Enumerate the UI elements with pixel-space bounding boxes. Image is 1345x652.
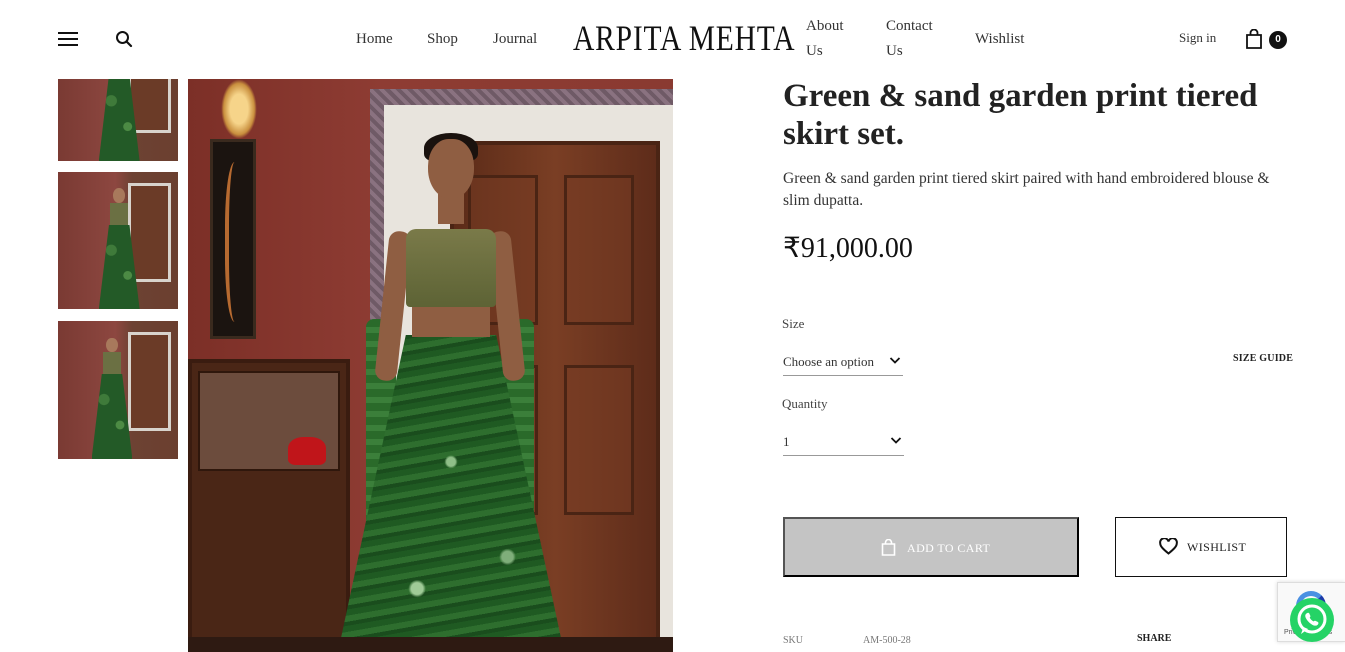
sign-in-link[interactable]: Sign in [1179,30,1216,46]
product-main-image[interactable] [188,79,673,652]
quantity-label: Quantity [782,396,828,411]
sku-value: AM-500-28 [863,635,911,646]
product-description: Green & sand garden print tiered skirt p… [783,170,1270,209]
nav-about-us[interactable]: About Us [806,14,844,64]
product-thumbnail-2[interactable] [58,172,178,309]
bag-icon [881,538,896,556]
product-thumbnail-1[interactable] [58,79,178,161]
size-select[interactable]: Choose an option [783,350,903,376]
shopping-bag-icon[interactable] [1245,28,1265,49]
nav-contact-line2: Us [886,43,903,59]
chevron-down-icon [889,354,901,366]
wishlist-button[interactable]: WISHLIST [1115,517,1287,577]
nav-journal[interactable]: Journal [493,27,537,52]
chevron-down-icon [890,434,902,446]
size-guide-link[interactable]: SIZE GUIDE [1233,353,1293,364]
brand-logo[interactable]: ARPITA MEHTA [573,17,795,59]
add-to-cart-button[interactable]: ADD TO CART [783,517,1079,577]
size-select-value: Choose an option [783,354,874,369]
nav-shop[interactable]: Shop [427,27,458,52]
heart-icon [1159,537,1178,555]
quantity-select-value: 1 [783,434,790,449]
product-thumbnail-3[interactable] [58,321,178,459]
quantity-select[interactable]: 1 [783,430,904,456]
size-label: Size [782,316,805,331]
wishlist-button-label: WISHLIST [1187,540,1247,554]
whatsapp-icon[interactable] [1290,598,1334,642]
nav-contact-line1: Contact [886,18,933,34]
nav-about-line2: Us [806,43,823,59]
hamburger-icon[interactable] [58,32,78,46]
sku-label: SKU [783,635,804,646]
search-icon[interactable] [115,30,133,48]
nav-about-line1: About [806,18,844,34]
site-header: Home Shop Journal ARPITA MEHTA About Us … [0,0,1345,78]
nav-contact-us[interactable]: Contact Us [886,14,933,64]
nav-wishlist[interactable]: Wishlist [975,27,1024,52]
add-to-cart-label: ADD TO CART [907,541,991,555]
cart-count-badge[interactable]: 0 [1269,31,1287,49]
product-price: ₹91,000.00 [783,233,913,264]
nav-home[interactable]: Home [356,27,393,52]
product-title: Green & sand garden print tiered skirt s… [783,78,1258,152]
share-link[interactable]: SHARE [1137,633,1171,644]
